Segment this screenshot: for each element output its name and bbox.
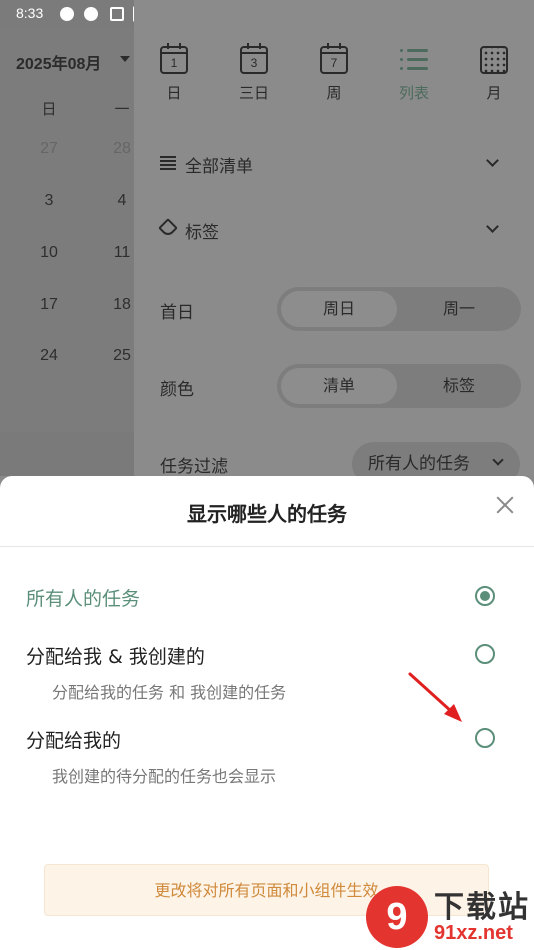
option-label: 所有人的任务 — [26, 588, 141, 610]
first-day-label: 首日 — [160, 303, 194, 323]
month-calendar: 2025年08月 日 一 27 28 3 4 10 11 17 18 24 25 — [0, 28, 134, 432]
color-tag-option[interactable]: 标签 — [401, 368, 517, 404]
divider — [0, 546, 534, 547]
calendar-three-day-icon: 3 — [240, 43, 268, 74]
first-day-sunday-option[interactable]: 周日 — [281, 291, 397, 327]
all-lists-dropdown[interactable]: 全部清单 — [185, 152, 253, 177]
view-tab-week[interactable]: 7 周 — [304, 43, 364, 103]
first-day-segmented-control: 周日 周一 — [277, 287, 521, 331]
sheet-title: 显示哪些人的任务 — [187, 502, 347, 526]
color-list-option[interactable]: 清单 — [281, 368, 397, 404]
color-segmented-control: 清单 标签 — [277, 364, 521, 408]
calendar-week-icon: 7 — [320, 43, 348, 74]
caret-down-icon[interactable] — [120, 56, 130, 62]
status-time: 8:33 — [16, 5, 44, 21]
radio-unchecked-icon[interactable] — [475, 644, 495, 664]
view-tab-month[interactable]: 月 — [464, 46, 524, 103]
option-description: 分配给我的任务 和 我创建的任务 — [52, 683, 287, 702]
option-label: 分配给我的 — [26, 730, 122, 752]
watermark-url: 91xz.net — [434, 922, 513, 944]
list-icon — [400, 46, 428, 74]
calendar-day[interactable]: 10 — [29, 244, 69, 262]
list-icon — [160, 156, 176, 170]
radio-checked-icon[interactable] — [475, 586, 495, 606]
weekday-header: 日 — [41, 101, 57, 118]
view-tab-label: 三日 — [238, 84, 269, 102]
task-filter-label: 任务过滤 — [160, 457, 228, 477]
view-tab-label: 日 — [166, 84, 182, 102]
option-label: 分配给我 & 我创建的 — [26, 646, 205, 668]
calendar-footer — [0, 432, 134, 476]
radio-unchecked-icon[interactable] — [475, 728, 495, 748]
calendar-day-icon: 1 — [160, 43, 188, 74]
view-tab-list[interactable]: 列表 — [384, 46, 444, 103]
task-filter-value: 所有人的任务 — [368, 454, 470, 474]
view-tab-day[interactable]: 1 日 — [144, 43, 204, 103]
view-tab-label: 列表 — [398, 84, 429, 102]
annotation-arrow-icon — [408, 672, 462, 722]
watermark: 9 下载站 91xz.net — [362, 878, 534, 950]
app-notification-icon — [84, 7, 98, 21]
calendar-day[interactable]: 17 — [29, 296, 69, 314]
watermark-logo: 9 — [366, 886, 428, 948]
calendar-day[interactable]: 27 — [29, 140, 69, 158]
app-notification-icon — [110, 7, 124, 21]
calendar-month-icon — [480, 46, 508, 74]
view-tab-three-day[interactable]: 3 三日 — [224, 43, 284, 103]
tags-dropdown[interactable]: 标签 — [185, 218, 219, 243]
calendar-day[interactable]: 24 — [29, 347, 69, 365]
month-title[interactable]: 2025年08月 — [16, 50, 101, 74]
view-tab-label: 周 — [326, 84, 342, 102]
app-notification-icon — [60, 7, 74, 21]
watermark-text: 下载站 — [434, 890, 530, 925]
option-description: 我创建的待分配的任务也会显示 — [52, 767, 277, 786]
first-day-monday-option[interactable]: 周一 — [401, 291, 517, 327]
color-label: 颜色 — [160, 380, 194, 400]
calendar-day[interactable]: 3 — [29, 192, 69, 210]
view-tab-label: 月 — [486, 84, 502, 102]
close-icon[interactable] — [490, 490, 520, 520]
